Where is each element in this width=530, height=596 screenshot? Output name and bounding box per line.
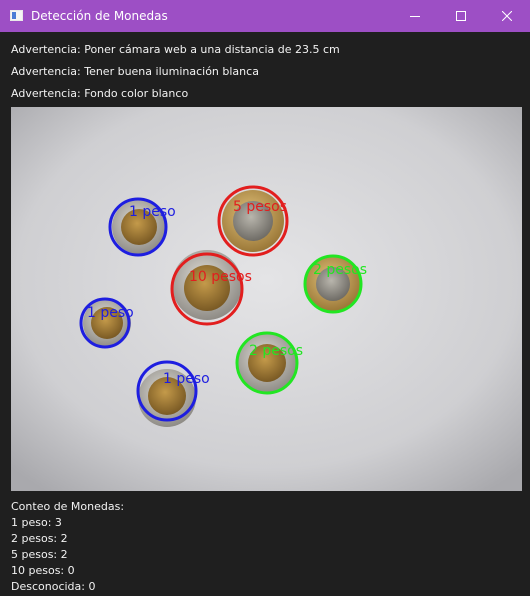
warning-distance: Advertencia: Poner cámara web a una dist…: [11, 43, 340, 56]
detection-label: 5 pesos: [233, 199, 287, 215]
count-1-peso: 1 peso: 3: [11, 516, 62, 529]
app-window-icon: [10, 10, 23, 21]
count-header: Conteo de Monedas:: [11, 500, 125, 513]
detection-label: 2 pesos: [313, 262, 367, 278]
minimize-icon: [410, 16, 420, 17]
detection-label: 1 peso: [87, 305, 134, 321]
close-icon: [502, 11, 512, 21]
coin-count-summary: Conteo de Monedas: 1 peso: 3 2 pesos: 2 …: [11, 499, 124, 595]
title-bar[interactable]: Detección de Monedas: [0, 0, 530, 32]
coin-detection: 5 pesos: [217, 185, 289, 257]
window-title: Detección de Monedas: [31, 9, 168, 23]
count-5-pesos: 5 pesos: 2: [11, 548, 68, 561]
count-10-pesos: 10 pesos: 0: [11, 564, 75, 577]
warning-background: Advertencia: Fondo color blanco: [11, 87, 189, 100]
minimize-button[interactable]: [392, 0, 438, 32]
background-surface: [11, 107, 522, 491]
camera-frame: 1 peso 5 pesos 10 pesos 2 pesos 1 peso 2…: [11, 107, 522, 491]
camera-feed: 1 peso 5 pesos 10 pesos 2 pesos 1 peso 2…: [11, 107, 522, 491]
detection-label: 1 peso: [163, 371, 210, 387]
maximize-button[interactable]: [438, 0, 484, 32]
count-unknown: Desconocida: 0: [11, 580, 96, 593]
detection-label: 1 peso: [129, 204, 176, 220]
detection-label: 2 pesos: [249, 343, 303, 359]
detection-label: 10 pesos: [189, 269, 252, 285]
close-button[interactable]: [484, 0, 530, 32]
warning-lighting: Advertencia: Tener buena iluminación bla…: [11, 65, 259, 78]
maximize-icon: [456, 11, 466, 21]
count-2-pesos: 2 pesos: 2: [11, 532, 68, 545]
